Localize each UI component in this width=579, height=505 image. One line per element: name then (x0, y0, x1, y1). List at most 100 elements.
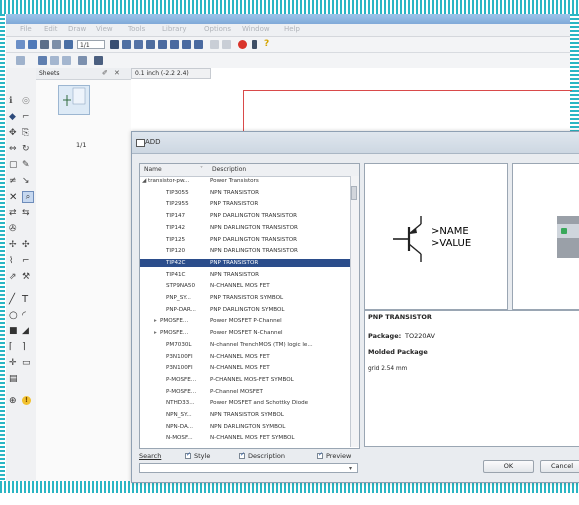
library-row[interactable]: TIP142 NPN DARLINGTON TRANSISTOR (140, 224, 350, 232)
help-icon[interactable]: ? (264, 40, 273, 49)
menu-library[interactable]: Library (162, 25, 186, 33)
split-tool-icon[interactable]: ⌇ (9, 256, 19, 266)
text-tool-icon[interactable]: T (22, 294, 32, 305)
library-row[interactable]: NTHD33... Power MOSFET and Schottky Diode (140, 399, 350, 407)
sheet-thumbnail[interactable] (58, 85, 90, 115)
errors-tool-icon[interactable]: ! (22, 396, 31, 405)
junction-tool-icon[interactable]: ✛ (9, 358, 19, 368)
library-row[interactable]: P3N100FI N-CHANNEL MOS FET (140, 364, 350, 372)
attribute-tool-icon[interactable]: ▤ (9, 374, 19, 384)
library-row[interactable]: TIP42C PNP TRANSISTOR (140, 258, 350, 267)
board-icon[interactable] (64, 40, 73, 49)
net-tool-icon[interactable]: ⌉ (22, 342, 32, 352)
menu-options[interactable]: Options (204, 25, 231, 33)
library-row[interactable]: PNP-DAR... PNP DARLINGTON SYMBOL (140, 306, 350, 314)
pinswap-tool-icon[interactable]: ⇄ (9, 208, 19, 218)
zoom-select-icon[interactable] (194, 40, 203, 49)
mark-tool-icon[interactable]: ⌐ (22, 112, 32, 122)
library-row[interactable]: PNP_SY... PNP TRANSISTOR SYMBOL (140, 294, 350, 302)
stop-icon[interactable] (238, 40, 247, 49)
library-row[interactable]: TIP120 NPN DARLINGTON TRANSISTOR (140, 247, 350, 255)
script-icon[interactable] (122, 40, 131, 49)
change-tool-icon[interactable]: ✎ (22, 160, 32, 170)
close-panel-icon[interactable]: ✕ (114, 69, 120, 77)
library-row[interactable]: PM7030L N-channel TrenchMOS (TM) logic le… (140, 341, 350, 349)
use-icon[interactable] (110, 40, 119, 49)
expand-icon[interactable]: ◢ (142, 177, 146, 185)
menu-edit[interactable]: Edit (44, 25, 58, 33)
paste-tool-icon[interactable]: ≠ (9, 176, 19, 186)
rect-tool-icon[interactable]: ■ (9, 326, 19, 336)
library-row[interactable]: N-MOSF... N-CHANNEL MOS FET SYMBOL (140, 434, 350, 442)
add-tool-icon[interactable]: ⌕ (22, 191, 34, 203)
tree-scrollbar[interactable] (350, 176, 359, 447)
pin-icon[interactable]: ✐ (102, 69, 108, 77)
replace-tool-icon[interactable]: ✇ (9, 224, 19, 234)
miter-tool-icon[interactable]: ⌐ (22, 256, 32, 266)
display-icon[interactable] (94, 56, 103, 65)
value-tool-icon[interactable]: ✣ (22, 240, 32, 250)
wire-tool-icon[interactable]: ╱ (9, 294, 19, 305)
column-name[interactable]: Name (144, 166, 162, 173)
library-row[interactable]: ◢ transistor-pw... Power Transistors (140, 177, 350, 185)
menu-help[interactable]: Help (284, 25, 300, 33)
menu-view[interactable]: View (96, 25, 113, 33)
rotate-tool-icon[interactable]: ↻ (22, 144, 32, 154)
layer-icon[interactable] (38, 56, 47, 65)
display-tool-icon[interactable]: ◆ (9, 112, 19, 122)
library-row[interactable]: P-MOSFE... P-CHANNEL MOS-FET SYMBOL (140, 376, 350, 384)
mark-icon[interactable] (78, 56, 87, 65)
library-row[interactable]: TIP3055 NPN TRANSISTOR (140, 189, 350, 197)
go-icon[interactable] (252, 40, 257, 49)
arc-tool-icon[interactable]: ◜ (22, 310, 32, 321)
column-description[interactable]: Description (212, 166, 246, 173)
info-tool-icon[interactable]: ℹ (9, 96, 19, 106)
library-row[interactable]: ▸ PMOSFE... Power MOSFET P-Channel (140, 317, 350, 325)
save-icon[interactable] (28, 40, 37, 49)
group-tool-icon[interactable]: ▢ (9, 160, 19, 170)
cam-icon[interactable] (52, 40, 61, 49)
mirror-tool-icon[interactable]: ⇔ (9, 144, 19, 154)
library-row[interactable]: NPN_SY... NPN TRANSISTOR SYMBOL (140, 411, 350, 419)
library-row[interactable]: ▸ PMOSFE... Power MOSFET N-Channel (140, 329, 350, 337)
circle-tool-icon[interactable]: ○ (9, 310, 19, 321)
library-tree[interactable]: Name ˅ Description ◢ transistor-pw... Powe… (139, 163, 360, 449)
tree-scrollbar-thumb[interactable] (351, 186, 357, 200)
smash-tool-icon[interactable]: ↘ (22, 176, 32, 186)
cancel-button[interactable]: Cancel (540, 460, 579, 473)
library-row[interactable]: TIP41C NPN TRANSISTOR (140, 271, 350, 279)
show-tool-icon[interactable]: ◎ (22, 96, 32, 106)
search-dropdown-icon[interactable]: ▾ (349, 465, 352, 472)
library-row[interactable]: TIP147 PNP DARLINGTON TRANSISTOR (140, 212, 350, 220)
search-input[interactable]: ▾ (139, 463, 358, 473)
undo-icon[interactable] (210, 40, 219, 49)
library-row[interactable]: STP9NA50 N-CHANNEL MOS FET (140, 282, 350, 290)
label-tool-icon[interactable]: ▭ (22, 358, 32, 368)
erc-tool-icon[interactable]: ⊕ (9, 396, 19, 406)
collapse-icon[interactable]: ▸ (154, 317, 157, 325)
bus-tool-icon[interactable]: ⌈ (9, 342, 19, 352)
redo-icon[interactable] (222, 40, 231, 49)
menu-file[interactable]: File (20, 25, 32, 33)
library-row[interactable]: TIP125 PNP DARLINGTON TRANSISTOR (140, 236, 350, 244)
description-checkbox[interactable] (239, 451, 245, 459)
invoke-tool-icon[interactable]: ⇗ (9, 272, 19, 282)
grid-icon[interactable] (16, 56, 25, 65)
name-tool-icon[interactable]: ✢ (9, 240, 19, 250)
library-row[interactable]: P3N100FI N-CHANNEL MOS FET (140, 353, 350, 361)
print-icon[interactable] (40, 40, 49, 49)
menu-tools[interactable]: Tools (128, 25, 145, 33)
delete-tool-icon[interactable]: ✕ (9, 192, 19, 203)
library-row[interactable]: TIP2955 PNP TRANSISTOR (140, 200, 350, 208)
open-icon[interactable] (16, 40, 25, 49)
library-row[interactable]: NPN-DA... NPN DARLINGTON SYMBOL (140, 423, 350, 431)
menu-draw[interactable]: Draw (68, 25, 86, 33)
copy-tool-icon[interactable]: ⎘ (22, 128, 32, 138)
sheet-select[interactable]: 1/1 (77, 40, 105, 49)
library-row[interactable]: P-MOSFE... P-Channel MOSFET (140, 388, 350, 396)
style-checkbox[interactable] (185, 451, 191, 459)
move-tool-icon[interactable]: ✥ (9, 128, 19, 138)
preview-checkbox[interactable] (317, 451, 323, 459)
polygon-tool-icon[interactable]: ◢ (22, 326, 32, 336)
gateswap-tool-icon[interactable]: ⇆ (22, 208, 32, 218)
